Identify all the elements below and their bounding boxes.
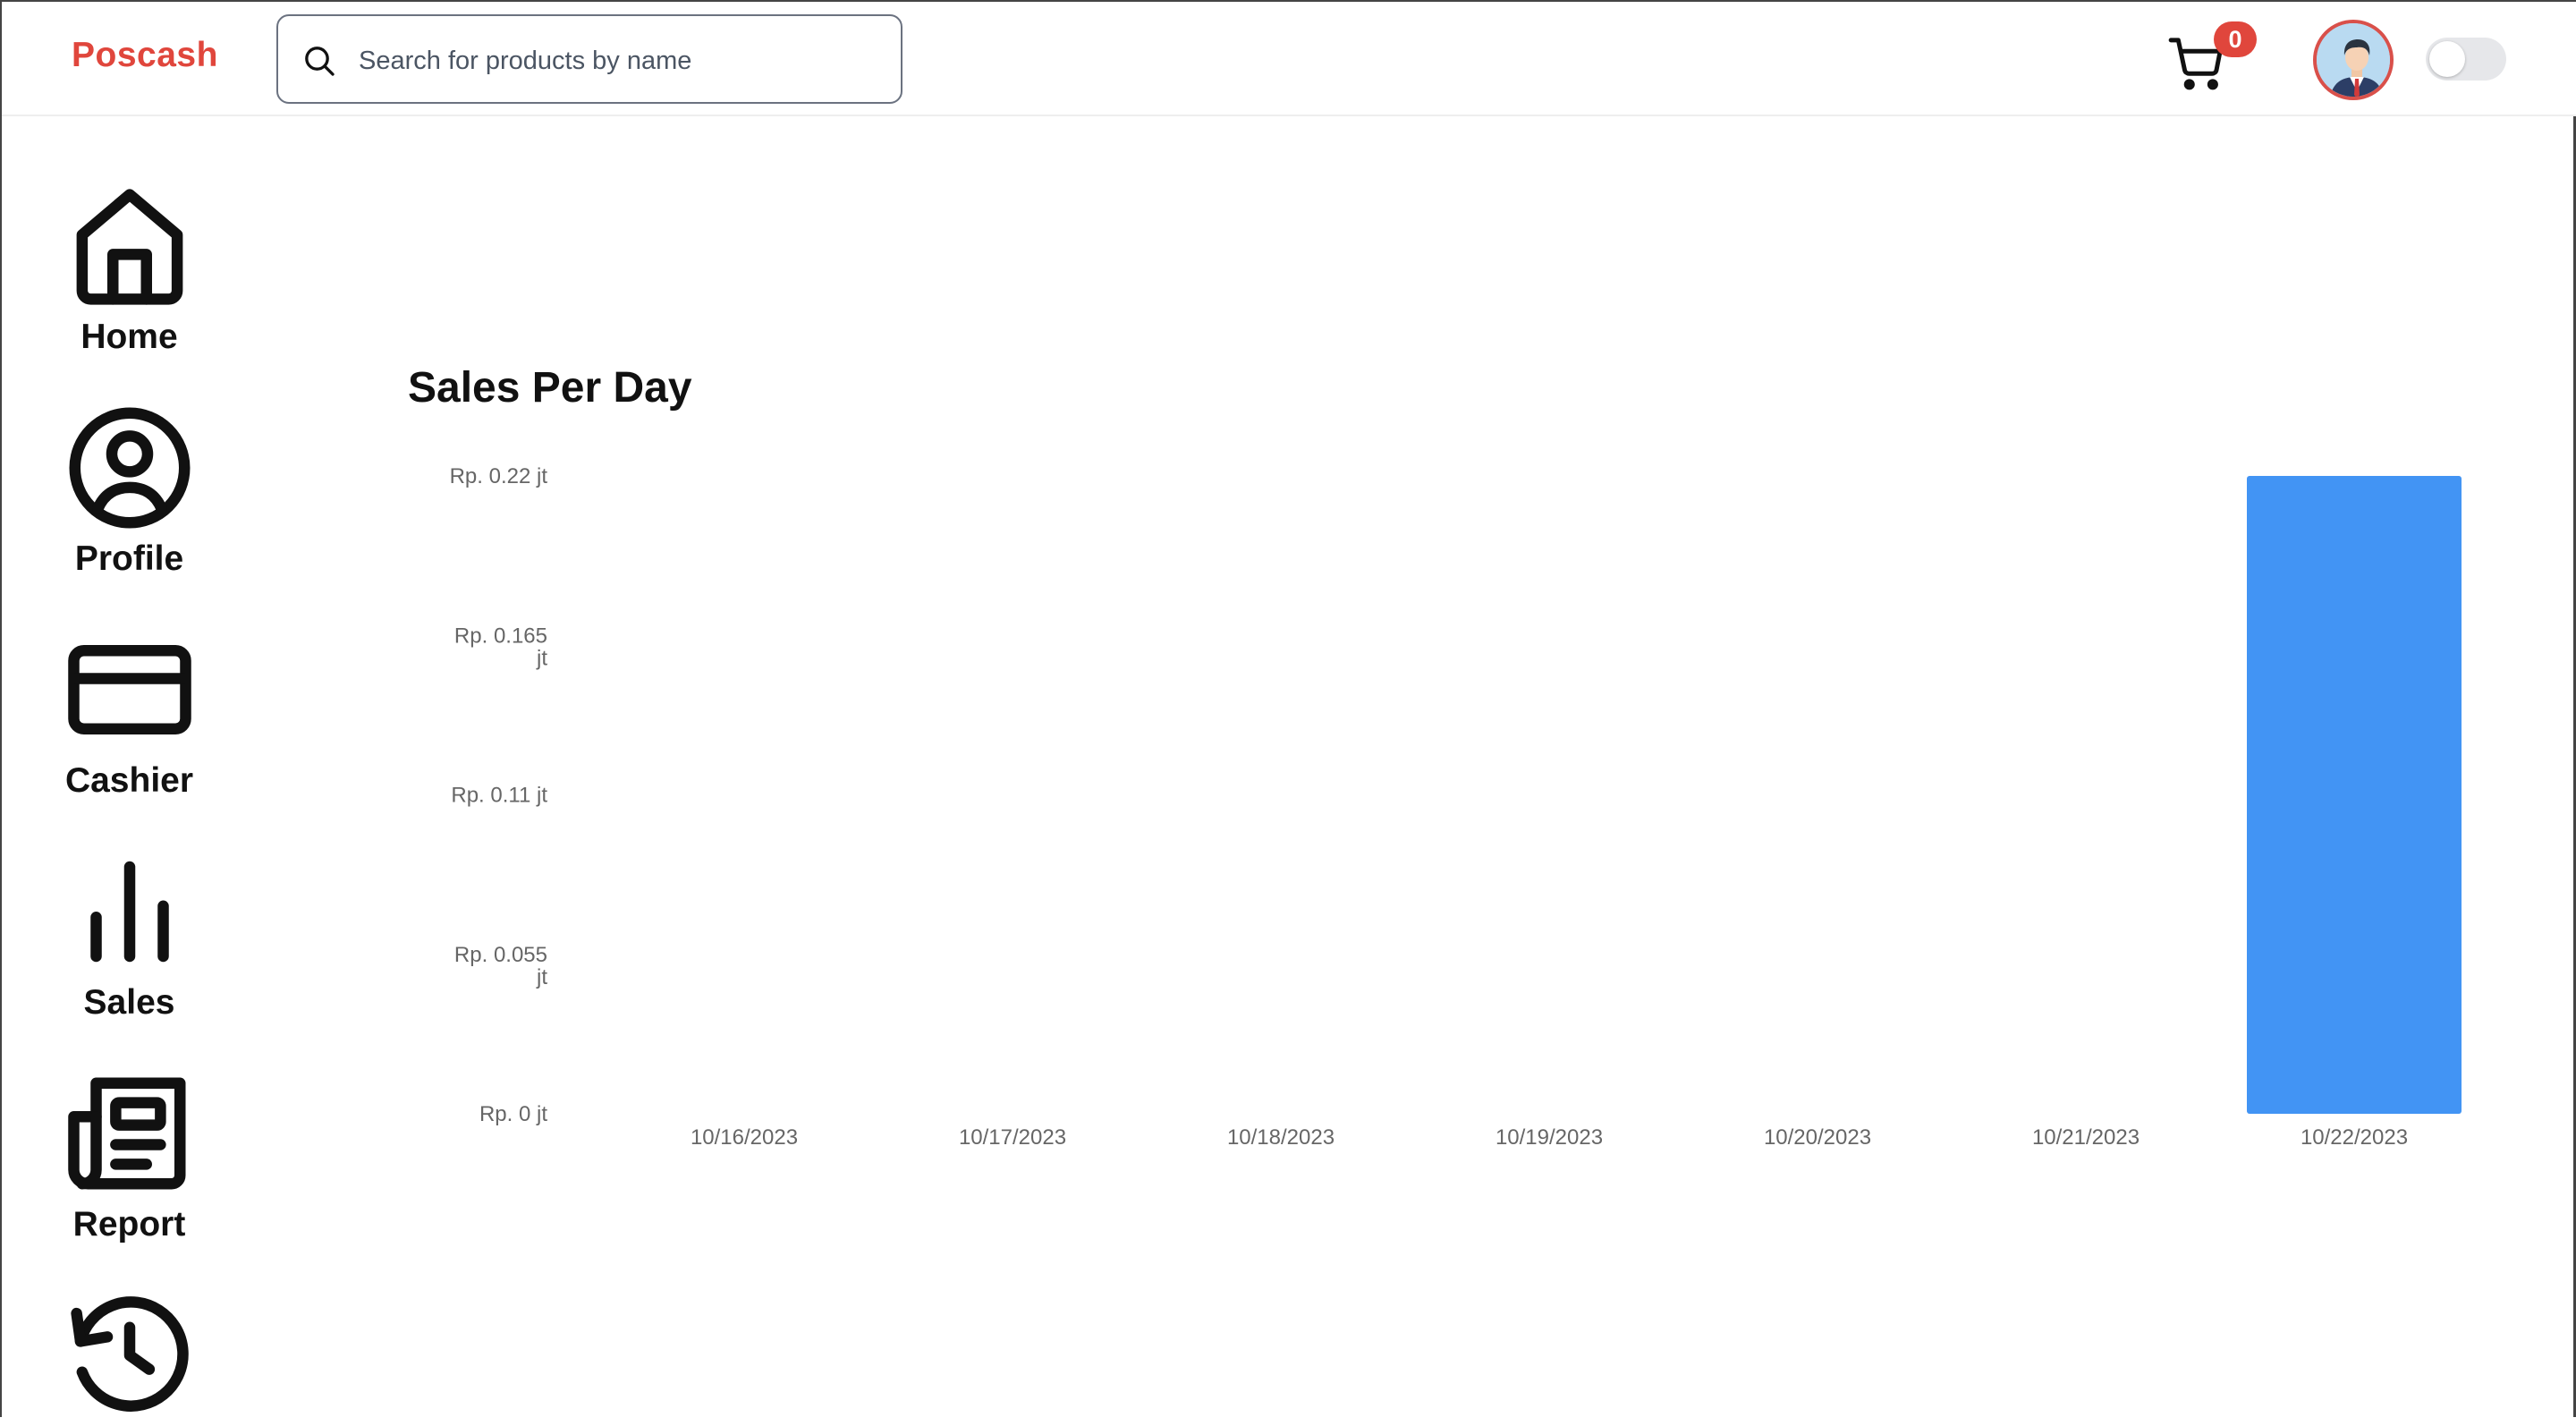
sidebar-item-home[interactable]: Home bbox=[2, 179, 257, 358]
y-tick-label: Rp. 0.055 jt bbox=[454, 943, 547, 989]
x-tick-label: 10/17/2023 bbox=[959, 1125, 1066, 1150]
search-input[interactable] bbox=[359, 38, 877, 83]
x-tick-label: 10/21/2023 bbox=[2032, 1125, 2140, 1150]
app-window: Poscash 0 bbox=[0, 0, 2576, 1417]
x-tick-label: 10/16/2023 bbox=[691, 1125, 798, 1150]
y-tick-label: Rp. 0 jt bbox=[479, 1102, 547, 1126]
x-tick-label: 10/18/2023 bbox=[1227, 1125, 1335, 1150]
toggle-knob bbox=[2429, 41, 2465, 77]
theme-toggle[interactable] bbox=[2426, 38, 2506, 81]
sidebar-item-profile[interactable]: Profile bbox=[2, 401, 257, 580]
x-tick-label: 10/19/2023 bbox=[1496, 1125, 1603, 1150]
bar-chart-icon bbox=[89, 861, 169, 963]
sidebar-item-sales[interactable]: Sales bbox=[2, 845, 257, 1023]
x-tick-label: 10/20/2023 bbox=[1764, 1125, 1871, 1150]
home-icon bbox=[76, 189, 182, 305]
newspaper-icon bbox=[67, 1077, 185, 1190]
sidebar-nav: Home Profile Cashier Sales Report bbox=[2, 118, 257, 1419]
user-avatar[interactable] bbox=[2313, 20, 2394, 100]
sidebar-item-label: Report bbox=[72, 1205, 186, 1244]
cart-count-badge: 0 bbox=[2214, 21, 2257, 57]
search-box[interactable] bbox=[276, 14, 902, 104]
history-icon bbox=[70, 1296, 189, 1412]
user-portrait-icon bbox=[2317, 23, 2390, 97]
sales-bar-chart: Rp. 0 jt Rp. 0.055 jt Rp. 0.11 jt Rp. 0.165 j… bbox=[450, 464, 2462, 1150]
user-circle-icon bbox=[68, 407, 191, 529]
chart-bar[interactable] bbox=[2247, 476, 2462, 1114]
top-bar: Poscash 0 bbox=[2, 2, 2576, 116]
page-title: Sales Per Day bbox=[408, 364, 692, 412]
sidebar-item-report[interactable]: Report bbox=[2, 1066, 257, 1245]
sidebar-item-label: Profile bbox=[74, 539, 184, 578]
y-tick-label: Rp. 0.11 jt bbox=[451, 784, 547, 808]
sidebar-item-history[interactable] bbox=[2, 1288, 257, 1426]
credit-card-icon bbox=[67, 645, 191, 734]
sidebar-item-label: Home bbox=[80, 318, 178, 356]
sidebar-item-label: Sales bbox=[83, 983, 175, 1022]
y-tick-label: Rp. 0.165 jt bbox=[454, 624, 547, 670]
y-tick-label: Rp. 0.22 jt bbox=[450, 464, 548, 488]
cart-button[interactable]: 0 bbox=[2162, 21, 2257, 98]
sidebar-item-cashier[interactable]: Cashier bbox=[2, 623, 257, 802]
x-tick-label: 10/22/2023 bbox=[2301, 1125, 2408, 1150]
sidebar-item-label: Cashier bbox=[64, 761, 194, 800]
app-logo[interactable]: Poscash bbox=[72, 36, 218, 75]
search-icon bbox=[305, 47, 335, 76]
